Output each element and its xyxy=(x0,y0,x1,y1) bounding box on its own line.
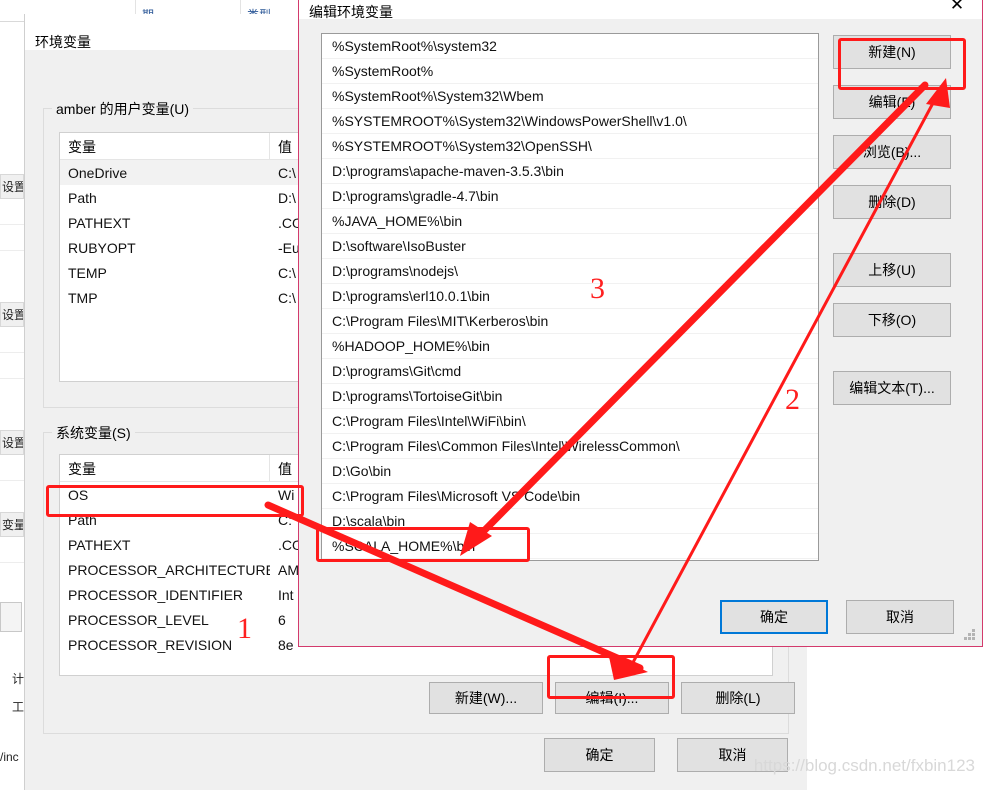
annotation-arrows xyxy=(264,78,950,680)
annotation-number-3: 3 xyxy=(590,272,605,305)
annotation-number-1: 1 xyxy=(237,612,252,645)
highlight-box-system-path xyxy=(46,485,304,517)
highlight-box-edit-button xyxy=(547,655,675,699)
highlight-box-scala-home xyxy=(316,527,530,562)
screenshot-root: 期 类型 设置 设置 设置 变量 计 工 /inc W 环境变量 xyxy=(0,0,983,790)
watermark: https://blog.csdn.net/fxbin123 xyxy=(753,756,975,775)
annotation-number-2: 2 xyxy=(785,383,800,416)
highlight-box-new-button xyxy=(838,38,966,90)
